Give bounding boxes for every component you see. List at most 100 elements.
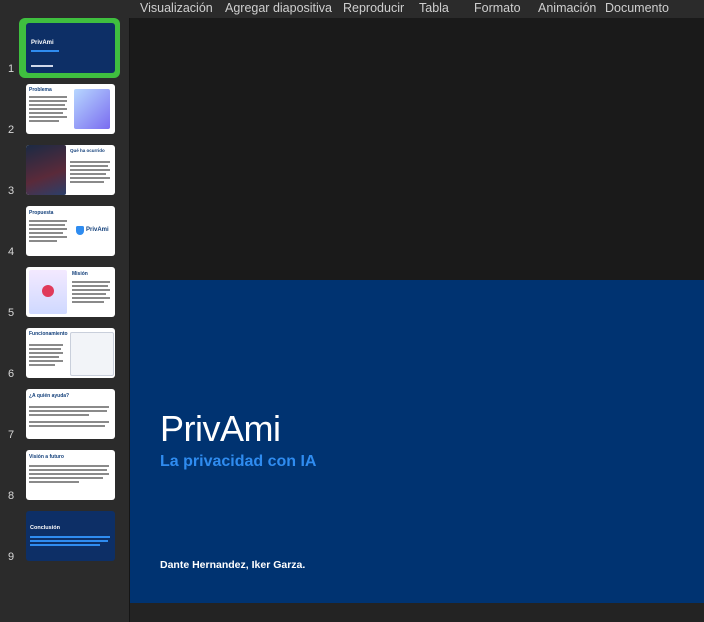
thumb-title: Visión a futuro [29, 454, 64, 460]
thumb-text-line [29, 469, 107, 471]
thumb-text-line [29, 473, 109, 475]
slide-number: 5 [7, 307, 15, 319]
thumb-preview-6: Funcionamiento [26, 328, 115, 378]
shield-icon [76, 226, 84, 235]
thumb-text-line [29, 364, 55, 366]
thumb-text-line [70, 181, 104, 183]
thumb-text-line [29, 100, 67, 102]
thumb-preview-2: Problema [26, 84, 115, 134]
thumb-text-line [29, 224, 65, 226]
slide-number: 2 [7, 124, 15, 136]
thumb-text-line [72, 301, 104, 303]
thumb-text-line [29, 220, 67, 222]
slide-authors[interactable]: Dante Hernandez, Iker Garza. [160, 559, 305, 571]
slide-number: 6 [7, 368, 15, 380]
slide-number: 7 [7, 429, 15, 441]
thumb-subtitle-line [31, 50, 59, 52]
thumb-text-line [29, 228, 67, 230]
menu-tabla[interactable]: Tabla [419, 1, 449, 15]
thumb-text-line [29, 481, 79, 483]
thumb-text-line [30, 544, 100, 546]
thumb-preview-4: Propuesta PrivAmi [26, 206, 115, 256]
thumb-logo-text: PrivAmi [86, 227, 109, 233]
thumb-text-line [70, 161, 110, 163]
thumb-author-line [31, 65, 53, 67]
slide-thumbnail-2[interactable]: Problema 2 [0, 84, 129, 140]
thumb-text-line [29, 348, 61, 350]
slide-thumbnail-5[interactable]: Misión 5 [0, 267, 129, 323]
thumb-text-line [29, 236, 67, 238]
thumb-text-line [29, 112, 63, 114]
slide-number: 9 [7, 551, 15, 563]
slide-number: 4 [7, 246, 15, 258]
thumb-text-line [70, 165, 108, 167]
slide-thumbnail-9[interactable]: Conclusión 9 [0, 511, 129, 567]
thumb-text-line [29, 425, 105, 427]
thumb-text-line [29, 477, 103, 479]
thumb-preview-3: Qué ha ocurrido [26, 145, 115, 195]
thumb-screenshot [70, 332, 114, 376]
thumb-text-line [29, 421, 109, 423]
slide-thumbnail-3[interactable]: Qué ha ocurrido 3 [0, 145, 129, 201]
thumb-text-line [72, 281, 110, 283]
slide-thumbnail-8[interactable]: Visión a futuro 8 [0, 450, 129, 506]
slide-thumbnail-6[interactable]: Funcionamiento 6 [0, 328, 129, 384]
slide-number: 1 [7, 63, 15, 75]
thumb-text-line [72, 297, 110, 299]
thumb-title: ¿A quién ayuda? [29, 393, 70, 399]
slide-navigator: PrivAmi 1 Problema 2 Qué ha ocurrido 3 P… [0, 18, 130, 622]
thumb-text-line [29, 344, 63, 346]
thumb-preview-8: Visión a futuro [26, 450, 115, 500]
alert-icon [42, 285, 54, 297]
thumb-text-line [72, 285, 108, 287]
menu-visualizacion[interactable]: Visualización [140, 1, 213, 15]
thumb-text-line [70, 177, 110, 179]
thumb-preview-5: Misión [26, 267, 115, 317]
slide-thumbnail-4[interactable]: Propuesta PrivAmi 4 [0, 206, 129, 262]
thumb-text-line [72, 293, 106, 295]
slide-number: 8 [7, 490, 15, 502]
slide-thumbnail-1[interactable]: PrivAmi 1 [0, 18, 129, 78]
thumb-text-line [29, 240, 57, 242]
menu-agregar-diapositiva[interactable]: Agregar diapositiva [225, 1, 332, 15]
thumb-title: Qué ha ocurrido [70, 148, 105, 153]
thumb-text-line [29, 360, 63, 362]
thumb-title: Funcionamiento [29, 331, 68, 337]
thumb-text-line [29, 414, 89, 416]
thumb-text-line [30, 536, 110, 538]
slide-subtitle[interactable]: La privacidad con IA [160, 453, 316, 471]
thumb-text-line [29, 108, 67, 110]
thumb-text-line [29, 232, 63, 234]
thumb-title: Misión [72, 271, 88, 277]
current-slide[interactable]: PrivAmi La privacidad con IA Dante Herna… [130, 280, 704, 603]
editor-bottom-area [130, 603, 704, 622]
thumb-text-line [29, 465, 109, 467]
thumb-text-line [70, 173, 106, 175]
thumb-photo [26, 145, 66, 195]
thumb-text-line [29, 352, 63, 354]
thumb-text-line [30, 540, 108, 542]
thumb-illustration [74, 89, 110, 129]
menu-formato[interactable]: Formato [474, 1, 521, 15]
thumb-preview-9: Conclusión [26, 511, 115, 561]
slide-thumbnail-7[interactable]: ¿A quién ayuda? 7 [0, 389, 129, 445]
thumb-preview-7: ¿A quién ayuda? [26, 389, 115, 439]
thumb-text-line [29, 96, 67, 98]
thumb-text-line [29, 120, 59, 122]
thumb-text-line [29, 406, 109, 408]
menu-animacion[interactable]: Animación [538, 1, 596, 15]
menu-bar: Visualización Agregar diapositiva Reprod… [0, 0, 704, 18]
slide-title[interactable]: PrivAmi [160, 408, 281, 450]
thumb-text-line [29, 356, 59, 358]
menu-documento[interactable]: Documento [605, 1, 669, 15]
thumb-preview-1: PrivAmi [26, 23, 115, 73]
thumb-text-line [29, 410, 107, 412]
thumb-text-line [29, 104, 65, 106]
thumb-title: Propuesta [29, 210, 54, 216]
thumb-title: Problema [29, 87, 52, 93]
thumb-text-line [72, 289, 110, 291]
thumb-title: PrivAmi [31, 40, 54, 46]
menu-reproducir[interactable]: Reproducir [343, 1, 404, 15]
thumb-title: Conclusión [30, 525, 60, 531]
thumb-text-line [29, 116, 67, 118]
